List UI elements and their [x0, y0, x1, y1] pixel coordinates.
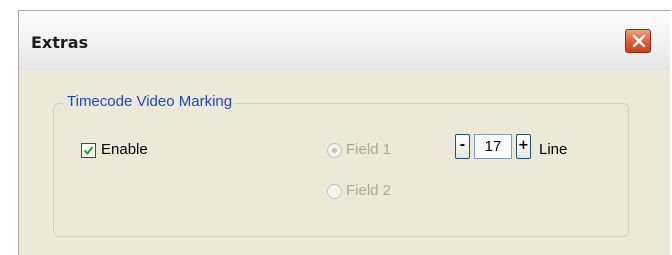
dialog-content: Timecode Video Marking Enable Field 1 Fi…	[19, 70, 670, 255]
group-title: Timecode Video Marking	[63, 93, 237, 110]
line-decrement-button[interactable]: -	[455, 134, 470, 159]
extras-dialog: Extras Timecode Video Marking Enable Fie…	[18, 10, 670, 255]
checkmark-icon	[83, 146, 94, 156]
field2-label[interactable]: Field 2	[346, 182, 391, 199]
window-title: Extras	[31, 33, 89, 52]
title-bar[interactable]: Extras	[19, 11, 670, 71]
line-label: Line	[539, 141, 568, 158]
line-increment-button[interactable]: +	[516, 134, 531, 159]
close-button[interactable]	[625, 29, 651, 53]
close-icon	[632, 35, 646, 47]
enable-label[interactable]: Enable	[101, 141, 148, 158]
enable-checkbox[interactable]	[81, 143, 96, 158]
field1-label[interactable]: Field 1	[346, 141, 391, 158]
field2-radio[interactable]	[327, 184, 342, 199]
field1-radio[interactable]	[327, 143, 342, 158]
timecode-video-marking-group	[53, 103, 629, 237]
radio-selected-dot	[332, 148, 337, 153]
line-value-input[interactable]: 17	[474, 134, 512, 159]
